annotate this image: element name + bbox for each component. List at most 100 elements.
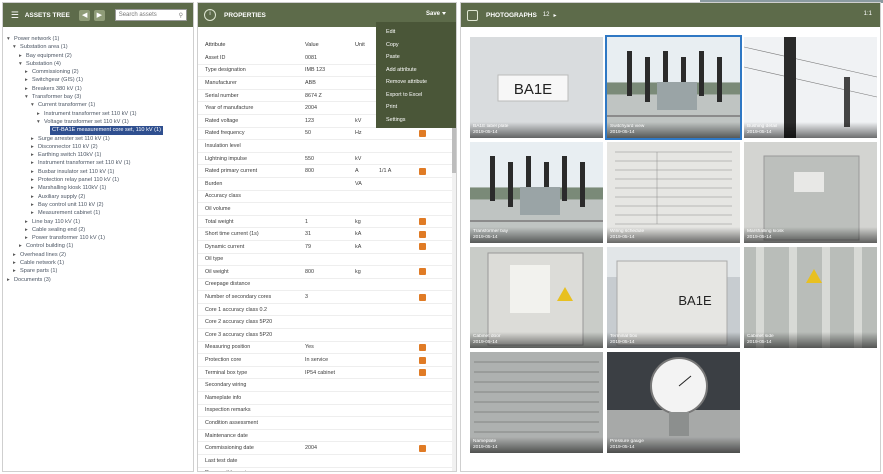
property-row[interactable]: Condition assessment xyxy=(198,417,456,430)
tree-node-label[interactable]: Measurement cabinet (1) xyxy=(38,209,100,217)
photo-thumbnail[interactable]: BA1E BA1E label plate 2019-05-14 xyxy=(470,37,603,138)
edit-icon[interactable] xyxy=(419,167,426,175)
tree-node[interactable]: ▸ Line bay 110 kV (1) xyxy=(7,218,189,226)
property-row[interactable]: Inspection remarks xyxy=(198,405,456,418)
menu-item[interactable]: Add attribute xyxy=(376,64,456,77)
tree-node-label[interactable]: Bay control unit 110 kV (2) xyxy=(38,201,104,209)
tree-toggle-icon[interactable]: ▸ xyxy=(13,259,20,267)
tree-node-label[interactable]: Documents (3) xyxy=(14,276,51,284)
property-row[interactable]: Core 1 accuracy class 0.2 xyxy=(198,304,456,317)
tree-toggle-icon[interactable]: ▸ xyxy=(25,234,32,242)
tree-node[interactable]: ▸ Earthing switch 110kV (1) xyxy=(7,151,189,159)
property-row[interactable]: Dynamic current 79 kA xyxy=(198,241,456,254)
property-row[interactable]: Core 2 accuracy class 5P20 xyxy=(198,316,456,330)
tree-toggle-icon[interactable]: ▸ xyxy=(31,151,38,159)
property-row[interactable]: Number of secondary cores 3 xyxy=(198,291,456,304)
tree-node[interactable]: CT-BA1E measurement core set, 110 kV (1) xyxy=(7,126,189,135)
tree-node-label[interactable]: Transformer bay (3) xyxy=(32,93,81,101)
property-row[interactable]: Protection core In service xyxy=(198,354,456,367)
tree-toggle-icon[interactable]: ▾ xyxy=(7,35,14,43)
property-row[interactable]: Creepage distance xyxy=(198,279,456,292)
property-row[interactable]: Oil weight 800 kg xyxy=(198,266,456,279)
save-menu-button[interactable]: Save xyxy=(426,11,446,17)
property-row[interactable]: Lightning impulse 550 kV xyxy=(198,153,456,166)
tree-toggle-icon[interactable]: ▸ xyxy=(31,168,38,176)
property-row[interactable]: Maintenance date xyxy=(198,430,456,443)
property-row[interactable]: Burden VA xyxy=(198,178,456,191)
property-row[interactable]: Measuring position Yes xyxy=(198,342,456,355)
tree-toggle-icon[interactable]: ▸ xyxy=(37,110,44,118)
search-input[interactable]: Search assets ⚲ xyxy=(114,9,187,21)
tree-node-label[interactable]: Commissioning (2) xyxy=(32,68,79,76)
tree-node-label[interactable]: Cable network (1) xyxy=(20,259,64,267)
photo-thumbnail[interactable]: Cabinet side 2019-05-14 xyxy=(744,247,877,348)
property-row[interactable]: Insulation level xyxy=(198,140,456,153)
tree-toggle-icon[interactable]: ▸ xyxy=(31,209,38,217)
property-row[interactable]: Rated primary current 800 A 1/1 A xyxy=(198,165,456,178)
tree-node-label[interactable]: Power network (1) xyxy=(14,35,59,43)
tree-node[interactable]: ▸ Bay control unit 110 kV (2) xyxy=(7,201,189,209)
tree-node[interactable]: ▸ Documents (3) xyxy=(7,276,189,284)
tree-node[interactable]: ▾ Substation (4) xyxy=(7,60,189,68)
tree-node[interactable]: ▸ Instrument transformer set 110 kV (1) xyxy=(7,110,189,118)
edit-icon[interactable] xyxy=(419,343,426,351)
property-row[interactable]: Short time current (1s) 31 kA xyxy=(198,228,456,241)
tree-node-label[interactable]: Disconnector 110 kV (2) xyxy=(38,143,98,151)
tree-node-label[interactable]: Overhead lines (2) xyxy=(20,251,66,259)
property-row[interactable]: Oil type xyxy=(198,254,456,267)
tree-node[interactable]: ▾ Voltage transformer set 110 kV (1) xyxy=(7,118,189,126)
tree-toggle-icon[interactable]: ▸ xyxy=(19,242,26,250)
tree-node-label[interactable]: Earthing switch 110kV (1) xyxy=(38,151,101,159)
photo-thumbnail[interactable]: Wiring schedule 2019-05-14 xyxy=(607,142,740,243)
tree-node[interactable]: ▸ Control building (1) xyxy=(7,242,189,250)
tree-node-label[interactable]: Spare parts (1) xyxy=(20,267,57,275)
tree-node[interactable]: ▾ Substation area (1) xyxy=(7,43,189,51)
tree-node[interactable]: ▾ Current transformer (1) xyxy=(7,101,189,109)
menu-item[interactable]: Print xyxy=(376,101,456,114)
property-row[interactable]: Nameplate info xyxy=(198,392,456,405)
tree-node-label[interactable]: Substation (4) xyxy=(26,60,61,68)
tree-node[interactable]: ▸ Breakers 380 kV (1) xyxy=(7,85,189,93)
tree-toggle-icon[interactable]: ▸ xyxy=(25,76,32,84)
tree-node-label[interactable]: Bay equipment (2) xyxy=(26,52,72,60)
tree-node-label[interactable]: Line bay 110 kV (1) xyxy=(32,218,80,226)
tree-toggle-icon[interactable]: ▸ xyxy=(31,143,38,151)
edit-icon[interactable] xyxy=(419,369,426,377)
tree-node-label[interactable]: Marshalling kiosk 110kV (1) xyxy=(38,184,106,192)
edit-icon[interactable] xyxy=(419,230,426,238)
photos-nav-icon[interactable]: ▸ xyxy=(554,12,557,19)
tree-node[interactable]: ▸ Marshalling kiosk 110kV (1) xyxy=(7,184,189,192)
tree-toggle-icon[interactable]: ▾ xyxy=(37,118,44,126)
photos-scale[interactable]: 1:1 xyxy=(864,11,872,17)
edit-icon[interactable] xyxy=(419,268,426,276)
tree-toggle-icon[interactable]: ▸ xyxy=(31,135,38,143)
tree-toggle-icon[interactable]: ▸ xyxy=(31,184,38,192)
tree-toggle-icon[interactable]: ▾ xyxy=(31,101,38,109)
tree-node-label[interactable]: Power transformer 110 kV (1) xyxy=(32,234,105,242)
tree-node-label[interactable]: Current transformer (1) xyxy=(38,101,95,109)
tree-node[interactable]: ▸ Protection relay panel 110 kV (1) xyxy=(7,176,189,184)
tree-node[interactable]: ▸ Power transformer 110 kV (1) xyxy=(7,234,189,242)
tree-node[interactable]: ▸ Auxiliary supply (2) xyxy=(7,193,189,201)
tree-toggle-icon[interactable]: ▸ xyxy=(25,85,32,93)
edit-icon[interactable] xyxy=(419,444,426,452)
photo-thumbnail[interactable]: Marshalling kiosk 2019-05-14 xyxy=(744,142,877,243)
property-row[interactable]: Core 3 accuracy class 5P20 xyxy=(198,329,456,342)
tree-node[interactable]: ▸ Busbar insulator set 110 kV (1) xyxy=(7,168,189,176)
menu-item[interactable]: Export to Excel xyxy=(376,89,456,102)
tree-node-label[interactable]: Control building (1) xyxy=(26,242,73,250)
tree-node[interactable]: ▾ Power network (1) xyxy=(7,35,189,43)
property-row[interactable]: Total weight 1 kg xyxy=(198,216,456,229)
tree-node[interactable]: ▸ Measurement cabinet (1) xyxy=(7,209,189,217)
photo-thumbnail[interactable]: Transformer bay 2019-05-14 xyxy=(470,142,603,243)
menu-item[interactable]: Paste xyxy=(376,51,456,64)
tree-node[interactable]: ▸ Surge arrester set 110 kV (1) xyxy=(7,135,189,143)
menu-item[interactable]: Remove attribute xyxy=(376,76,456,89)
tree-node[interactable]: ▸ Commissioning (2) xyxy=(7,68,189,76)
tree-toggle-icon[interactable]: ▸ xyxy=(19,52,26,60)
tree-node-label[interactable]: Switchgear (GIS) (1) xyxy=(32,76,83,84)
menu-item[interactable]: Edit xyxy=(376,26,456,39)
tree-node[interactable]: ▸ Cable sealing end (2) xyxy=(7,226,189,234)
expand-button[interactable]: ▶ xyxy=(94,9,105,21)
property-row[interactable]: Commissioning date 2004 xyxy=(198,442,456,455)
